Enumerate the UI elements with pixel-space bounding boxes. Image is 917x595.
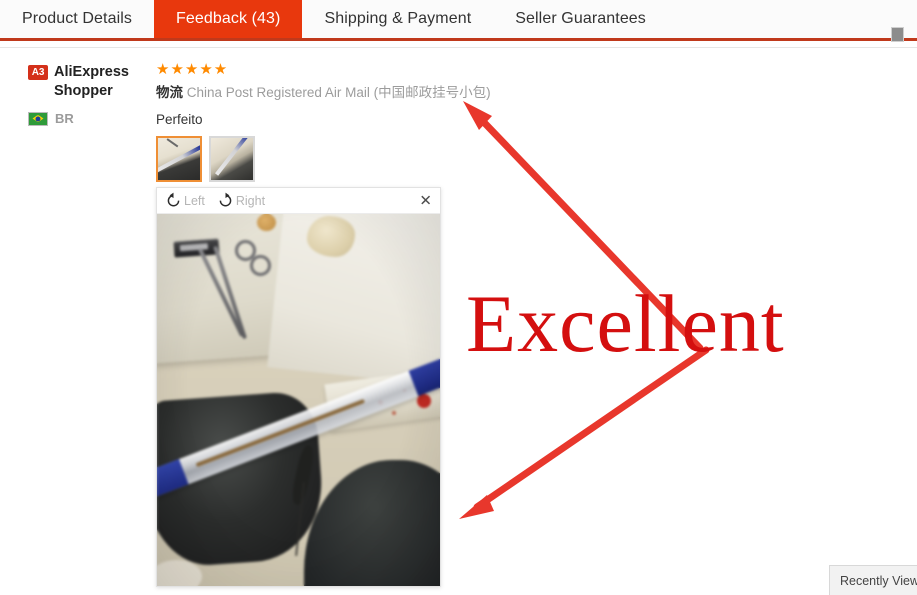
product-tab-bar: Product Details Feedback (43) Shipping &…	[0, 0, 917, 38]
review-thumbnail-2[interactable]	[209, 136, 255, 182]
rotate-counterclockwise-icon	[165, 192, 182, 209]
rotate-right-button[interactable]: Right	[217, 192, 265, 209]
logistics-label: 物流	[156, 85, 183, 100]
lightbox-image[interactable]	[157, 214, 440, 586]
reviewer-country-code: BR	[55, 111, 74, 126]
tab-seller-guarantees-label: Seller Guarantees	[515, 10, 646, 27]
review-photo	[157, 214, 440, 586]
window-square-icon	[891, 27, 904, 42]
rotate-left-label: Left	[184, 193, 205, 208]
tab-shipping-payment[interactable]: Shipping & Payment	[302, 0, 493, 38]
review-thumbnail-2-image	[211, 138, 253, 180]
tab-feedback[interactable]: Feedback (43)	[154, 0, 303, 38]
rotate-clockwise-icon	[217, 192, 234, 209]
brazil-flag-icon	[28, 111, 48, 126]
rotate-left-button[interactable]: Left	[165, 192, 205, 209]
logistics-line: 物流 China Post Registered Air Mail (中国邮政挂…	[156, 84, 897, 102]
review-text: Perfeito	[156, 112, 203, 127]
recently-viewed-tab[interactable]: Recently Viewed	[829, 565, 917, 595]
review-body: ★★★★★ 物流 China Post Registered Air Mail …	[156, 62, 897, 129]
lightbox-toolbar: Left Right ✕	[157, 188, 440, 214]
tab-product-details[interactable]: Product Details	[0, 0, 154, 38]
tab-shipping-payment-label: Shipping & Payment	[324, 10, 472, 27]
reviewer-level-badge: A3	[28, 65, 48, 80]
recently-viewed-label: Recently Viewed	[840, 573, 917, 588]
reviewer-info: A3 AliExpress Shopper BR	[28, 63, 148, 126]
close-icon[interactable]: ✕	[419, 193, 432, 208]
tab-bar-underline-inner	[0, 41, 917, 42]
review-thumbnail-1-image	[158, 138, 200, 180]
rotate-right-label: Right	[235, 193, 266, 208]
tab-feedback-label: Feedback (43)	[176, 10, 281, 27]
reviewer-name: AliExpress Shopper	[54, 64, 129, 99]
tab-seller-guarantees[interactable]: Seller Guarantees	[493, 0, 668, 38]
rating-stars: ★★★★★	[156, 61, 229, 78]
image-lightbox: Left Right ✕	[156, 187, 441, 587]
reviewer-country-row: BR	[28, 111, 148, 126]
tab-product-details-label: Product Details	[22, 10, 132, 27]
review-thumbnail-1[interactable]	[156, 136, 202, 182]
logistics-value: China Post Registered Air Mail (中国邮政挂号小包…	[186, 85, 491, 100]
review-thumbnail-list	[156, 136, 255, 182]
feedback-panel: A3 AliExpress Shopper BR ★★★★★ 物流 China …	[0, 48, 917, 595]
reviewer-name-row: A3 AliExpress Shopper	[28, 63, 148, 101]
